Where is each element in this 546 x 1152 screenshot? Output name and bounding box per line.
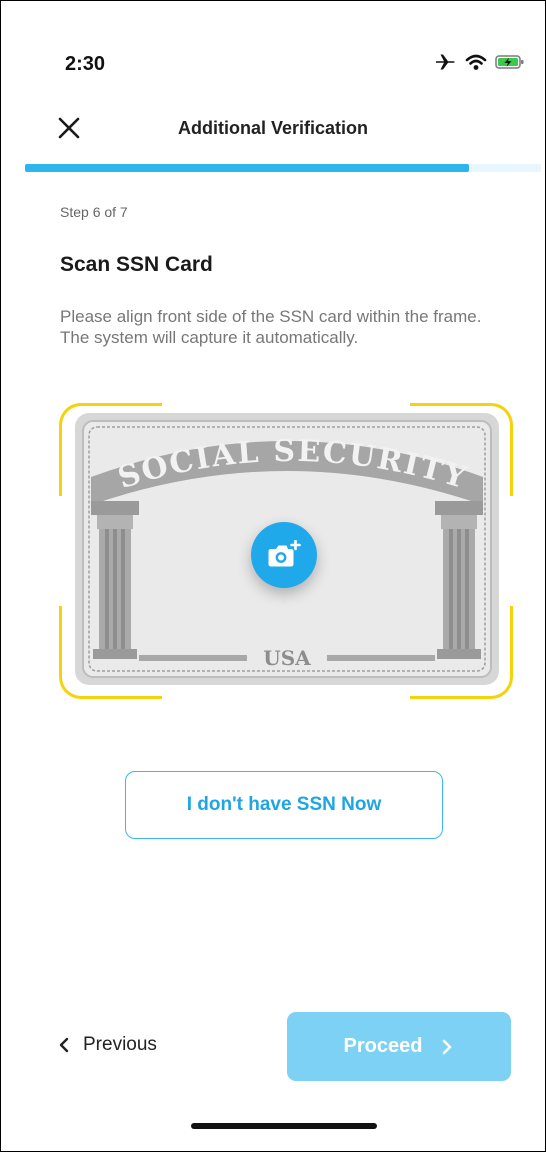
chevron-left-icon — [59, 1037, 69, 1053]
app-screen: 2:30 Additional Verification Step 6 of 7… — [0, 0, 546, 1152]
card-footer: USA — [263, 646, 311, 670]
progress-bar — [25, 164, 541, 172]
camera-add-icon — [268, 540, 301, 567]
home-indicator — [191, 1123, 377, 1129]
instructions-text: Please align front side of the SSN card … — [60, 307, 482, 347]
progress-bar-fill — [25, 164, 469, 172]
airplane-icon — [436, 54, 455, 70]
proceed-button[interactable]: Proceed — [287, 1012, 511, 1081]
previous-button[interactable]: Previous — [57, 1034, 157, 1056]
proceed-label: Proceed — [343, 1035, 423, 1057]
capture-camera-button[interactable] — [251, 522, 317, 588]
page-header-title: Additional Verification — [177, 118, 369, 138]
status-time: 2:30 — [65, 53, 106, 75]
battery-charging-icon — [495, 55, 524, 69]
step-indicator: Step 6 of 7 — [60, 204, 128, 220]
wifi-icon — [465, 54, 487, 70]
previous-label: Previous — [83, 1034, 157, 1055]
status-icons — [435, 53, 525, 71]
no-ssn-button[interactable]: I don't have SSN Now — [125, 771, 443, 839]
chevron-right-icon — [443, 1039, 452, 1054]
page-title: Scan SSN Card — [60, 253, 213, 276]
